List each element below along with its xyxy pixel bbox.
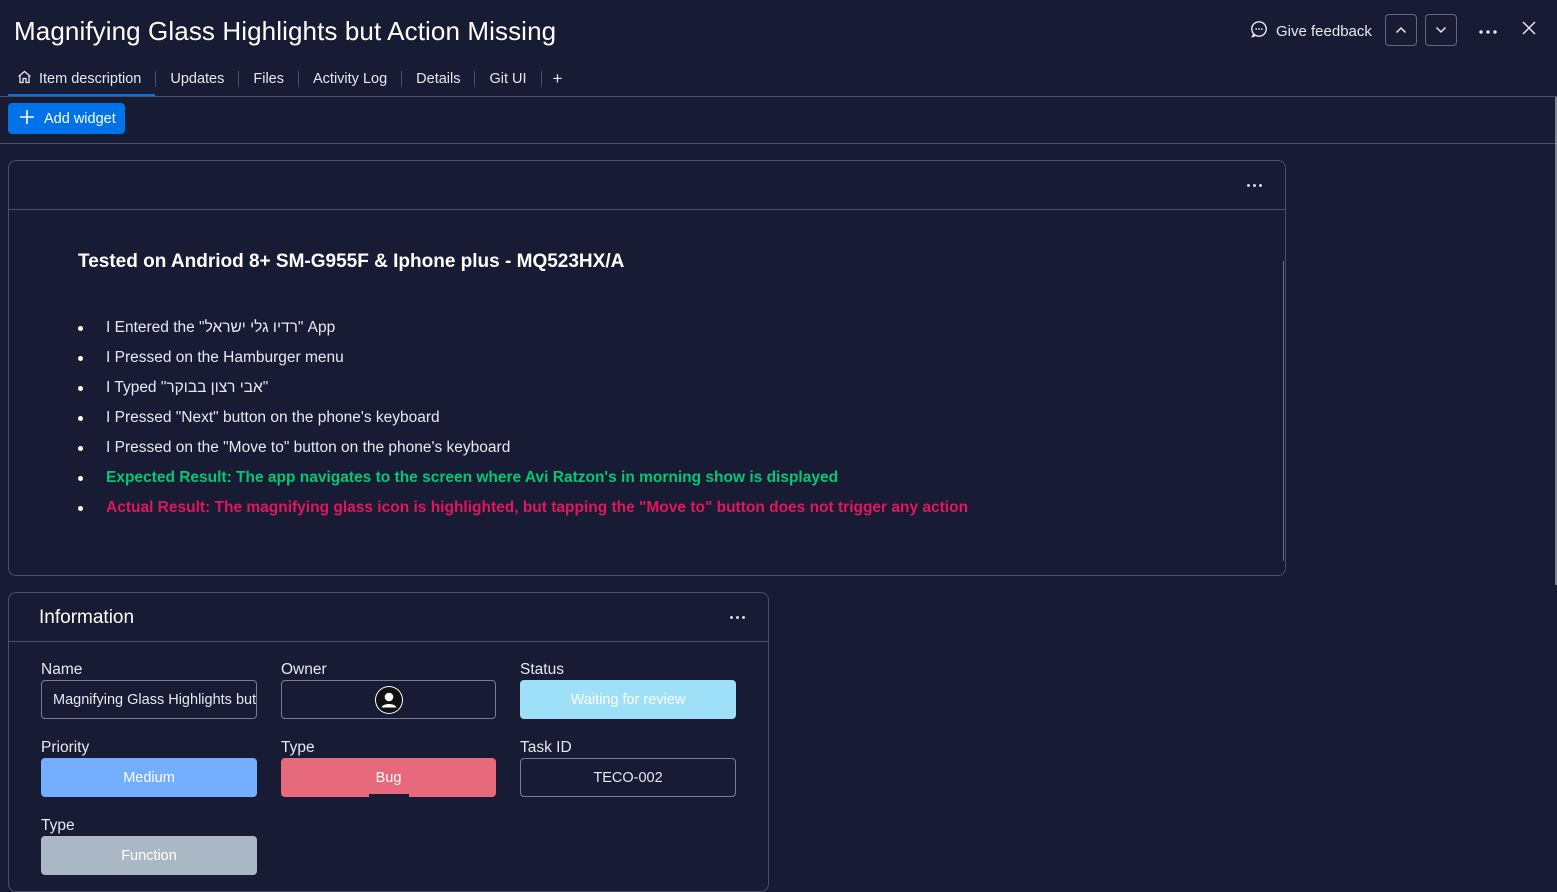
- name-value: Magnifying Glass Highlights but Action M…: [53, 691, 257, 708]
- tab-details[interactable]: Details: [402, 62, 474, 96]
- tab-label: Activity Log: [313, 71, 388, 87]
- more-horizontal-icon: [1479, 21, 1497, 39]
- tab-label: Git UI: [489, 71, 527, 87]
- tabs-divider: [0, 96, 1557, 97]
- priority-field[interactable]: Medium: [41, 758, 257, 797]
- add-tab-label: +: [552, 69, 563, 88]
- widget-header-divider: [9, 641, 768, 642]
- more-dot-icon: [1258, 183, 1262, 187]
- next-item-button[interactable]: [1425, 14, 1457, 46]
- more-dot-icon: [741, 615, 745, 619]
- tab-label: Files: [253, 71, 284, 87]
- more-dot-icon: [1252, 183, 1256, 187]
- name-label: Name: [41, 661, 83, 678]
- steps-list: I Entered the "רדיו גלי ישראל" App I Pre…: [78, 313, 968, 523]
- home-icon: [17, 70, 32, 88]
- chevron-down-icon: [1435, 21, 1447, 39]
- more-dot-icon: [735, 615, 739, 619]
- description-heading: Tested on Andriod 8+ SM-G955F & Iphone p…: [78, 251, 625, 272]
- item-title[interactable]: Magnifying Glass Highlights but Action M…: [14, 16, 556, 47]
- information-widget: Information Name Magnifying Glass Highli…: [8, 592, 769, 892]
- tab-activity-log[interactable]: Activity Log: [299, 62, 401, 96]
- status-label: Status: [520, 661, 564, 678]
- owner-field[interactable]: [281, 680, 496, 719]
- close-icon: [1522, 20, 1536, 40]
- item-header: Magnifying Glass Highlights but Action M…: [0, 0, 1557, 60]
- widget-header-divider: [9, 209, 1285, 210]
- type-value: Bug: [375, 769, 402, 786]
- actual-result: Actual Result: The magnifying glass icon…: [78, 493, 968, 523]
- step-item: I Pressed "Next" button on the phone's k…: [78, 403, 968, 433]
- tab-item-description[interactable]: Item description: [8, 62, 156, 96]
- chat-feedback-icon: [1250, 20, 1268, 42]
- previous-item-button[interactable]: [1385, 14, 1417, 46]
- add-tab-button[interactable]: +: [542, 62, 574, 96]
- status-value: Waiting for review: [570, 691, 686, 708]
- tab-label: Details: [416, 71, 461, 87]
- expected-result: Expected Result: The app navigates to th…: [78, 463, 968, 493]
- chevron-up-icon: [1395, 21, 1407, 39]
- tab-label: Updates: [170, 71, 225, 87]
- more-dot-icon: [1246, 183, 1250, 187]
- add-widget-button[interactable]: Add widget: [8, 103, 125, 134]
- step-item: I Typed "אבי רצון בבוקר": [78, 373, 968, 403]
- priority-value: Medium: [123, 769, 175, 786]
- description-widget: Tested on Andriod 8+ SM-G955F & Iphone p…: [8, 160, 1286, 576]
- step-item: I Entered the "רדיו גלי ישראל" App: [78, 313, 968, 343]
- give-feedback-label: Give feedback: [1276, 22, 1372, 40]
- description-scrollbar[interactable]: [1283, 261, 1284, 561]
- plus-icon: [19, 109, 35, 129]
- task-id-value: TECO-002: [593, 769, 663, 786]
- step-item: I Pressed on the "Move to" button on the…: [78, 433, 968, 463]
- add-widget-label: Add widget: [44, 110, 116, 127]
- tab-label: Item description: [39, 71, 142, 87]
- task-id-label: Task ID: [520, 739, 572, 756]
- item-tabs: Item description Updates Files Activity …: [8, 62, 573, 96]
- name-field[interactable]: Magnifying Glass Highlights but Action M…: [41, 680, 257, 719]
- type-secondary-value: Function: [121, 847, 177, 864]
- task-id-field[interactable]: TECO-002: [520, 758, 736, 797]
- more-options-button[interactable]: [1474, 16, 1502, 44]
- type-secondary-label: Type: [41, 817, 75, 834]
- information-more-button[interactable]: [725, 609, 749, 625]
- person-avatar-icon: [374, 685, 403, 714]
- status-field[interactable]: Waiting for review: [520, 680, 736, 719]
- give-feedback-button[interactable]: Give feedback: [1250, 18, 1372, 44]
- toolbar-divider: [0, 143, 1557, 144]
- focus-indicator: [369, 794, 409, 797]
- owner-label: Owner: [281, 661, 327, 678]
- description-more-button[interactable]: [1242, 177, 1266, 193]
- tab-files[interactable]: Files: [239, 62, 298, 96]
- priority-label: Priority: [41, 739, 90, 756]
- more-dot-icon: [729, 615, 733, 619]
- information-title: Information: [39, 607, 135, 628]
- type-field[interactable]: Bug: [281, 758, 496, 797]
- tab-git-ui[interactable]: Git UI: [475, 62, 540, 96]
- tab-updates[interactable]: Updates: [156, 62, 238, 96]
- step-item: I Pressed on the Hamburger menu: [78, 343, 968, 373]
- close-button[interactable]: [1515, 16, 1543, 44]
- type-secondary-field[interactable]: Function: [41, 836, 257, 875]
- type-label: Type: [281, 739, 315, 756]
